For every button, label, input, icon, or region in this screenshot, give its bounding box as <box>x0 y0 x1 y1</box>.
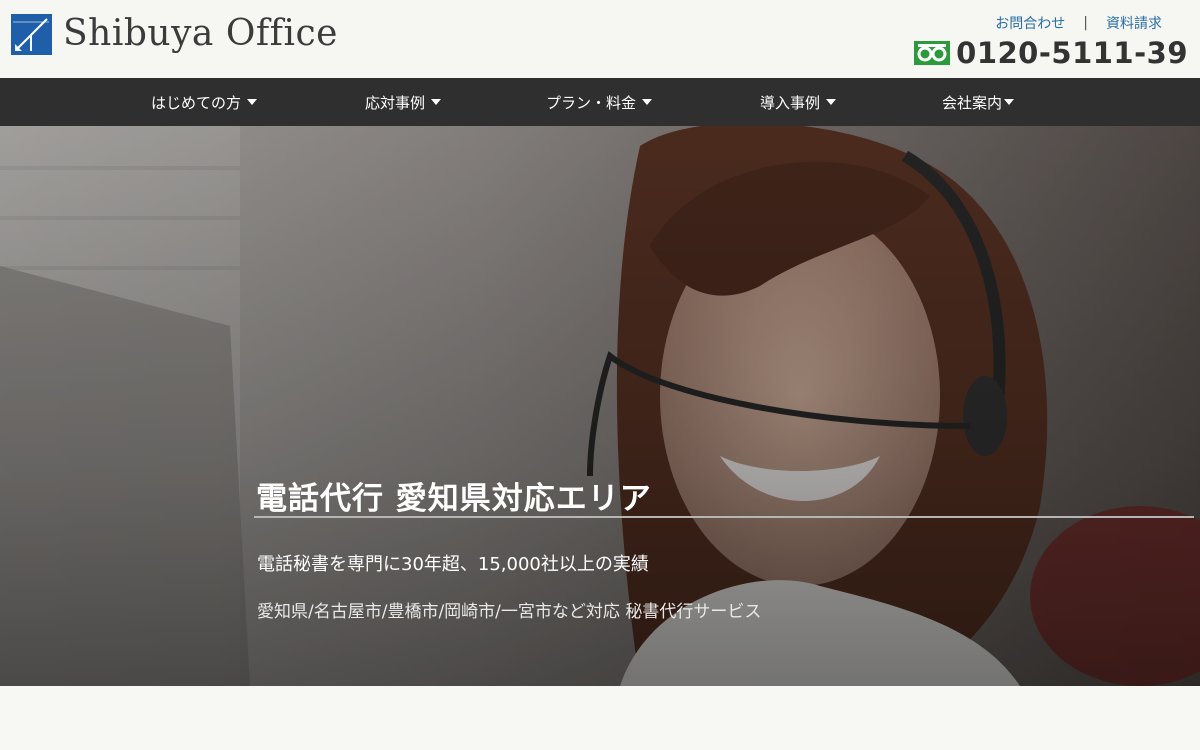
phone-number: 0120-5111-39 <box>956 36 1188 70</box>
nav-item-label: 導入事例 <box>760 93 821 112</box>
phone-number-link[interactable]: 0120-5111-39 <box>914 36 1188 70</box>
site-header: Shibuya Office お問合わせ | 資料請求 0120-5111-39 <box>0 0 1200 78</box>
logo-mark-icon <box>11 13 52 55</box>
nav-item-label: 応対事例 <box>365 93 426 112</box>
hero-title: 電話代行 愛知県対応エリア <box>256 481 652 517</box>
hero-divider <box>254 516 1194 518</box>
hero-service-area: 愛知県/名古屋市/豊橋市/岡崎市/一宮市など対応 秘書代行サービス <box>257 602 762 622</box>
top-links: お問合わせ | 資料請求 <box>995 13 1162 33</box>
nav-item-label: はじめての方 <box>151 93 242 112</box>
site-logo[interactable]: Shibuya Office <box>11 12 338 56</box>
caret-down-icon <box>826 99 837 105</box>
nav-item-first-time[interactable]: はじめての方 <box>151 78 258 126</box>
caret-down-icon <box>1004 99 1015 105</box>
nav-item-plans[interactable]: プラン・料金 <box>546 78 653 126</box>
nav-item-cases[interactable]: 応対事例 <box>365 78 442 126</box>
content-area <box>0 686 1200 750</box>
nav-item-company[interactable]: 会社案内 <box>942 78 1015 126</box>
request-docs-link[interactable]: 資料請求 <box>1106 13 1162 33</box>
freedial-icon <box>914 41 951 65</box>
nav-item-label: プラン・料金 <box>546 93 637 112</box>
main-nav: はじめての方 応対事例 プラン・料金 導入事例 会社案内 <box>0 78 1200 126</box>
nav-item-examples[interactable]: 導入事例 <box>760 78 837 126</box>
caret-down-icon <box>431 99 442 105</box>
contact-link[interactable]: お問合わせ <box>995 13 1065 33</box>
caret-down-icon <box>247 99 258 105</box>
link-separator: | <box>1083 15 1088 31</box>
nav-item-label: 会社案内 <box>942 93 1003 112</box>
hero-subtitle: 電話秘書を専門に30年超、15,000社以上の実績 <box>257 554 649 575</box>
caret-down-icon <box>642 99 653 105</box>
logo-text: Shibuya Office <box>63 13 338 54</box>
hero-banner: 電話代行 愛知県対応エリア 電話秘書を専門に30年超、15,000社以上の実績 … <box>0 126 1200 686</box>
